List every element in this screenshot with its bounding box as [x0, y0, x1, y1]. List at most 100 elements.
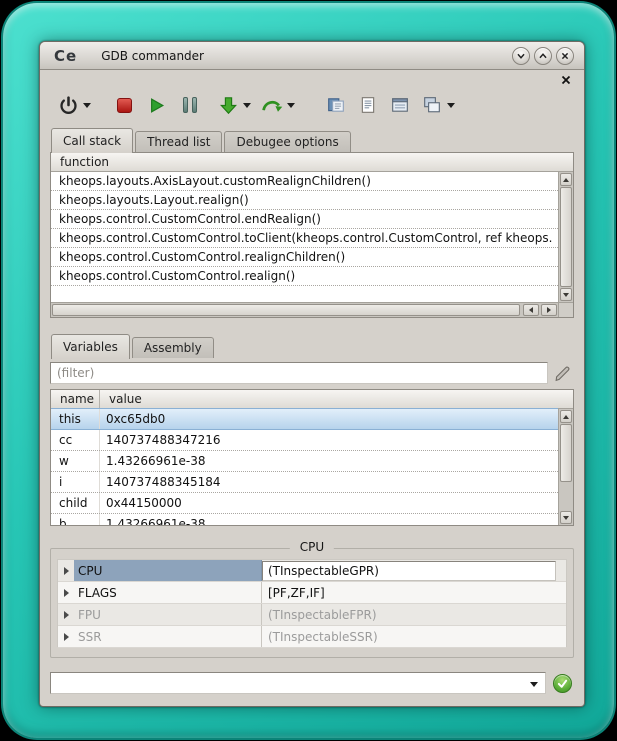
pen-icon	[553, 364, 572, 383]
chevron-down-icon	[83, 103, 91, 108]
callstack-vertical-scrollbar[interactable]	[558, 172, 573, 302]
scrollbar-corner	[558, 302, 573, 317]
dock-close-button[interactable]	[560, 74, 572, 86]
variable-name: this	[51, 409, 100, 429]
command-input[interactable]	[51, 673, 545, 693]
command-combobox[interactable]	[50, 672, 546, 694]
register-group-label: CPU	[74, 560, 262, 581]
scroll-right-button[interactable]	[541, 304, 557, 316]
shade-button[interactable]	[512, 47, 530, 65]
windows-menu-button[interactable]	[420, 91, 444, 119]
watch-window-icon	[391, 96, 409, 114]
windows-menu-dropdown[interactable]	[445, 91, 456, 119]
filter-input[interactable]	[50, 362, 548, 384]
scroll-left-button[interactable]	[523, 304, 539, 316]
tab-thread-list[interactable]: Thread list	[135, 131, 222, 152]
play-icon	[148, 97, 165, 114]
titlebar[interactable]: Ce GDB commander	[40, 42, 584, 70]
close-icon	[561, 75, 571, 85]
step-into-dropdown[interactable]	[241, 91, 252, 119]
windows-icon	[423, 96, 441, 114]
table-row[interactable]: child 0x44150000	[51, 493, 558, 514]
scroll-up-button[interactable]	[560, 173, 572, 186]
top-tab-bar: Call stack Thread list Debugee options	[51, 127, 353, 152]
watch-window-button[interactable]	[388, 91, 412, 119]
variables-vertical-scrollbar[interactable]	[558, 409, 573, 525]
expander[interactable]	[58, 604, 74, 625]
table-row[interactable]: b 1.43266961e-38	[51, 514, 558, 526]
scroll-down-button[interactable]	[560, 511, 572, 524]
variable-value: 1.43266961e-38	[100, 514, 558, 526]
table-row[interactable]: cc 140737488347216	[51, 430, 558, 451]
register-group-label: FPU	[74, 604, 262, 625]
send-command-button[interactable]	[553, 674, 572, 693]
column-header-name[interactable]: name	[51, 390, 100, 408]
power-dropdown[interactable]	[81, 91, 92, 119]
table-row[interactable]: w 1.43266961e-38	[51, 451, 558, 472]
chevron-right-icon	[64, 567, 69, 575]
callstack-horizontal-scrollbar[interactable]	[51, 302, 558, 317]
column-header-function[interactable]: function	[51, 153, 109, 171]
tab-call-stack[interactable]: Call stack	[51, 128, 133, 153]
scroll-up-button[interactable]	[560, 410, 572, 423]
chevron-right-icon	[64, 633, 69, 641]
open-docs-button[interactable]	[324, 91, 348, 119]
step-over-dropdown[interactable]	[285, 91, 296, 119]
splitter-handle[interactable]	[50, 321, 574, 331]
cpu-row[interactable]: SSR (TInspectableSSR)	[58, 626, 566, 648]
stop-button[interactable]	[112, 91, 136, 119]
window-title: GDB commander	[101, 49, 204, 63]
chevron-right-icon	[64, 611, 69, 619]
splitter-handle[interactable]	[50, 528, 574, 538]
column-header-value[interactable]: value	[100, 390, 142, 408]
step-into-button[interactable]	[216, 91, 240, 119]
cpu-row[interactable]: FPU (TInspectableFPR)	[58, 604, 566, 626]
cpu-group: CPU CPU (TInspectableGPR) FLAGS [PF,ZF,I…	[50, 539, 574, 659]
scrollbar-thumb[interactable]	[560, 424, 572, 482]
tab-debugee-options[interactable]: Debugee options	[224, 131, 350, 152]
arrow-up-icon	[563, 178, 569, 182]
register-group-value: (TInspectableSSR)	[262, 626, 566, 647]
arrow-left-icon	[529, 307, 533, 313]
callstack-row[interactable]: kheops.control.CustomControl.endRealign(…	[51, 210, 558, 229]
scrollbar-thumb[interactable]	[52, 304, 520, 316]
variable-value: 1.43266961e-38	[100, 451, 558, 471]
run-button[interactable]	[144, 91, 168, 119]
tab-variables[interactable]: Variables	[51, 334, 130, 359]
tab-assembly[interactable]: Assembly	[132, 337, 214, 358]
command-list-button[interactable]	[356, 91, 380, 119]
expander[interactable]	[58, 582, 74, 603]
table-row[interactable]: i 140737488345184	[51, 472, 558, 493]
arrow-down-icon	[563, 293, 569, 297]
register-group-value: (TInspectableFPR)	[262, 604, 566, 625]
chevron-down-icon	[287, 103, 295, 108]
pause-button[interactable]	[178, 91, 202, 119]
step-over-button[interactable]	[260, 91, 284, 119]
filter-pen-button[interactable]	[553, 364, 572, 383]
callstack-row[interactable]: kheops.layouts.AxisLayout.customRealignC…	[51, 172, 558, 191]
cpu-row[interactable]: FLAGS [PF,ZF,IF]	[58, 582, 566, 604]
stop-icon	[117, 98, 132, 113]
expander[interactable]	[58, 626, 74, 647]
callstack-row[interactable]: kheops.control.CustomControl.realign()	[51, 267, 558, 286]
scrollbar-thumb[interactable]	[560, 187, 572, 287]
callstack-row[interactable]: kheops.control.CustomControl.toClient(kh…	[51, 229, 558, 248]
callstack-header: function	[51, 153, 573, 172]
command-row	[50, 672, 574, 694]
maximize-button[interactable]	[534, 47, 552, 65]
cpu-row[interactable]: CPU (TInspectableGPR)	[58, 560, 566, 582]
app-logo-icon: Ce	[54, 47, 77, 65]
close-button[interactable]	[556, 47, 574, 65]
power-button[interactable]	[56, 91, 80, 119]
variables-panel: name value this 0xc65db0 cc 140737488347…	[50, 389, 574, 526]
table-row[interactable]: this 0xc65db0	[51, 408, 558, 430]
variable-value: 0x44150000	[100, 493, 558, 513]
value-editor[interactable]: (TInspectableGPR)	[262, 561, 556, 581]
close-icon	[558, 49, 572, 63]
expander[interactable]	[58, 560, 74, 581]
scroll-down-button[interactable]	[560, 288, 572, 301]
callstack-row[interactable]: kheops.layouts.Layout.realign()	[51, 191, 558, 210]
variable-name: w	[51, 451, 100, 471]
callstack-row[interactable]: kheops.control.CustomControl.realignChil…	[51, 248, 558, 267]
chevron-down-icon	[514, 49, 528, 63]
